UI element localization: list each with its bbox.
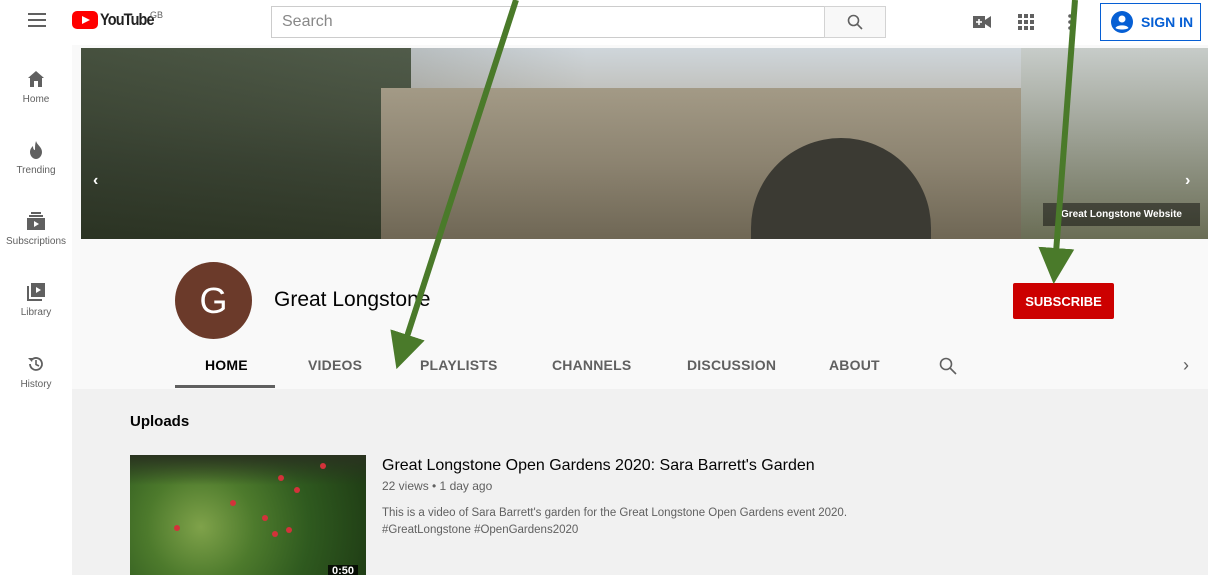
- account-icon: [1111, 11, 1133, 33]
- guide-label-subscriptions: Subscriptions: [5, 236, 67, 247]
- guide-label-library: Library: [20, 307, 52, 318]
- tab-playlists[interactable]: PLAYLISTS: [420, 357, 498, 373]
- thumbnail-flower: [174, 525, 180, 531]
- more-options-icon[interactable]: [1060, 12, 1080, 32]
- youtube-play-icon: [72, 11, 98, 29]
- guide-item-library[interactable]: Library: [0, 283, 72, 343]
- video-description-hashtags: #GreatLongstone #OpenGardens2020: [382, 524, 579, 536]
- banner-website-link[interactable]: Great Longstone Website: [1043, 203, 1200, 226]
- video-duration: 0:50: [328, 565, 359, 575]
- search-button[interactable]: [824, 6, 886, 38]
- search-icon: [847, 14, 863, 30]
- tab-channels[interactable]: CHANNELS: [552, 357, 631, 373]
- channel-avatar: G: [175, 262, 252, 339]
- thumbnail-flower: [320, 463, 326, 469]
- thumbnail-flower: [278, 475, 284, 481]
- country-code: GB: [150, 10, 164, 20]
- thumbnail-flower: [294, 487, 300, 493]
- guide-label-trending: Trending: [16, 165, 56, 176]
- search-placeholder: Search: [282, 13, 333, 30]
- tab-about[interactable]: ABOUT: [829, 357, 880, 373]
- flame-icon: [30, 141, 42, 159]
- section-title[interactable]: Uploads: [130, 413, 189, 430]
- channel-banner: ‹ ›: [81, 48, 1208, 239]
- thumbnail-shade: [130, 455, 366, 485]
- channel-name: Great Longstone: [274, 288, 431, 311]
- sign-in-label: SIGN IN: [1141, 14, 1194, 30]
- masthead: YouTube GB Search SIGN IN: [0, 0, 1208, 45]
- apps-grid-icon[interactable]: [1016, 12, 1036, 32]
- video-description: This is a video of Sara Barrett's garden…: [382, 505, 942, 539]
- video-description-line: This is a video of Sara Barrett's garden…: [382, 507, 848, 519]
- guide-label-history: History: [20, 379, 52, 390]
- search-input[interactable]: Search: [271, 6, 825, 38]
- guide-item-subscriptions[interactable]: Subscriptions: [0, 212, 72, 272]
- mini-guide: Home Trending Subscriptions Library Hist…: [0, 45, 72, 575]
- subscriptions-icon: [27, 212, 45, 230]
- guide-item-history[interactable]: History: [0, 355, 72, 415]
- guide-label-home: Home: [22, 94, 50, 105]
- video-title[interactable]: Great Longstone Open Gardens 2020: Sara …: [382, 457, 815, 475]
- channel-search-icon[interactable]: [939, 357, 957, 380]
- library-icon: [27, 283, 45, 301]
- banner-next-icon[interactable]: ›: [1185, 172, 1190, 190]
- tab-discussion[interactable]: DISCUSSION: [687, 357, 776, 373]
- guide-item-trending[interactable]: Trending: [0, 141, 72, 201]
- tab-home[interactable]: HOME: [205, 357, 248, 373]
- sign-in-button[interactable]: SIGN IN: [1100, 3, 1201, 41]
- create-video-icon[interactable]: [972, 12, 992, 32]
- guide-item-home[interactable]: Home: [0, 70, 72, 130]
- banner-prev-icon[interactable]: ‹: [93, 172, 98, 190]
- banner-trees: [81, 48, 411, 239]
- logo-text: YouTube: [100, 10, 155, 29]
- menu-icon[interactable]: [28, 13, 46, 27]
- thumbnail-flower: [262, 515, 268, 521]
- subscribe-button[interactable]: SUBSCRIBE: [1013, 283, 1114, 319]
- home-icon: [28, 71, 44, 87]
- tabs-next-icon[interactable]: ›: [1183, 355, 1189, 376]
- thumbnail-flower: [272, 531, 278, 537]
- history-icon: [28, 357, 43, 371]
- video-meta: 22 views • 1 day ago: [382, 479, 493, 493]
- video-thumbnail[interactable]: [130, 455, 366, 575]
- active-tab-indicator: [175, 385, 275, 388]
- tab-videos[interactable]: VIDEOS: [308, 357, 362, 373]
- thumbnail-flower: [230, 500, 236, 506]
- thumbnail-flower: [286, 527, 292, 533]
